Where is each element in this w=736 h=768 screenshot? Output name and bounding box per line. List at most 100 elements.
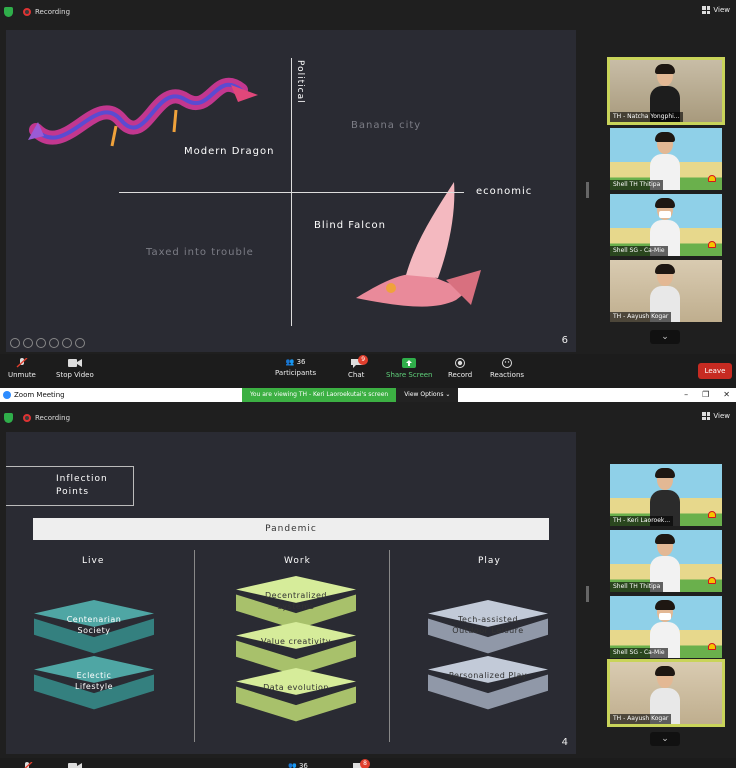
close-icon[interactable]: ✕ (723, 390, 730, 399)
quadrant-modern-dragon: Modern Dragon (184, 146, 275, 157)
participants-icon: 👥 (288, 762, 297, 768)
participant-tile[interactable]: TH - Keri Laoroek... (610, 464, 722, 526)
slide-number: 6 (561, 335, 568, 346)
participant-tile[interactable]: Shell TH Thitipa (610, 530, 722, 592)
shell-logo-icon (708, 175, 716, 182)
recording-label: Recording (35, 8, 71, 16)
unmute-label: Unmute (8, 371, 36, 379)
gallery-next-chevron-icon[interactable]: ⌄ (650, 330, 680, 344)
shared-slide: Inflection Points Pandemic Live Work Pla… (6, 432, 576, 754)
window-controls: – ❐ ✕ (684, 390, 730, 399)
share-screen-label: Share Screen (386, 371, 433, 379)
recording-label: Recording (35, 414, 71, 422)
participant-name: TH - Aayush Kogar (610, 312, 672, 322)
record-icon (455, 358, 466, 368)
meeting-toolbar: Unmute Stop Video 👥 36 Participants 9 Ch… (0, 354, 736, 388)
recording-dot-icon (23, 414, 31, 422)
security-shield-icon[interactable] (4, 413, 13, 423)
reactions-smiley-icon (502, 358, 513, 368)
view-button[interactable]: View (702, 412, 730, 420)
view-label: View (713, 6, 730, 14)
recording-indicator: Recording (4, 413, 70, 423)
participants-label: Participants (275, 369, 317, 377)
chat-unread-badge: 9 (358, 355, 369, 365)
security-shield-icon[interactable] (4, 7, 13, 17)
participant-name: TH - Aayush Kogar (610, 714, 672, 724)
window-title: Zoom Meeting (14, 391, 65, 399)
view-options-button[interactable]: View Options ⌄ (396, 388, 459, 402)
slide-controls[interactable] (10, 338, 85, 348)
chevron-down-icon: ⌄ (445, 391, 451, 398)
record-button[interactable]: Record (448, 358, 472, 379)
shell-logo-icon (708, 511, 716, 518)
pandemic-band: Pandemic (33, 518, 549, 540)
record-label: Record (448, 371, 473, 379)
muted-mic-icon (24, 762, 33, 768)
shell-logo-icon (708, 577, 716, 584)
quadrant-taxed-into-trouble: Taxed into trouble (146, 247, 254, 258)
participant-name: TH - Natcha Yongphi... (610, 112, 683, 122)
participants-count: 36 (298, 762, 308, 768)
dragon-illustration (28, 77, 258, 147)
participants-button[interactable]: 👥 36 (288, 762, 308, 768)
chat-button[interactable]: 9 Chat (348, 355, 369, 379)
participant-tile[interactable]: TH - Aayush Kogar (610, 260, 722, 322)
inflection-points-box: Inflection Points (6, 466, 134, 506)
quadrant-blind-falcon: Blind Falcon (314, 220, 386, 231)
participants-icon: 👥 (285, 358, 295, 366)
chat-unread-badge: 8 (360, 759, 370, 768)
chat-button[interactable]: 8 (352, 759, 370, 768)
falcon-illustration (356, 182, 481, 307)
political-axis-label: Political (295, 60, 305, 104)
participant-name: Shell TH Thitipa (610, 582, 664, 592)
video-camera-icon (67, 359, 82, 367)
participant-tile[interactable]: TH - Aayush Kogar (607, 659, 725, 727)
shell-logo-icon (708, 241, 716, 248)
view-button[interactable]: View (702, 6, 730, 14)
restore-icon[interactable]: ❐ (702, 390, 709, 399)
top-meeting-window: Recording View Political economic Modern… (0, 0, 736, 388)
shared-slide: Political economic Modern Dragon Banana … (6, 30, 576, 352)
meeting-toolbar: 👥 36 8 (0, 758, 736, 768)
muted-mic-icon (16, 358, 28, 368)
video-camera-icon (68, 763, 82, 768)
grid-view-icon (702, 6, 711, 14)
view-label: View (713, 412, 730, 420)
viewing-banner-text: You are viewing TH - Keri Laoroekutai's … (242, 388, 397, 402)
chat-label: Chat (348, 371, 365, 379)
leave-button[interactable]: Leave (698, 363, 732, 379)
column-title-live: Live (82, 556, 105, 566)
participant-name: Shell SG - Ca-Mie (610, 246, 668, 256)
minimize-icon[interactable]: – (684, 390, 688, 399)
recording-dot-icon (23, 8, 31, 16)
reactions-button[interactable]: Reactions (490, 358, 524, 379)
stop-video-button[interactable]: Stop Video (56, 358, 94, 379)
unmute-button[interactable] (20, 762, 34, 768)
share-screen-button[interactable]: Share Screen (386, 358, 433, 379)
gallery-next-chevron-icon[interactable]: ⌄ (650, 732, 680, 746)
unmute-button[interactable]: Unmute (8, 358, 36, 379)
recording-indicator: Recording (4, 7, 70, 17)
zoom-logo-icon (3, 391, 11, 399)
share-screen-icon (402, 358, 417, 368)
window-title-bar: Zoom Meeting You are viewing TH - Keri L… (0, 388, 736, 402)
gallery-scrollbar[interactable] (586, 586, 589, 602)
participant-tile[interactable]: TH - Natcha Yongphi... (607, 57, 725, 125)
participants-button[interactable]: 👥 36 Participants (275, 358, 316, 377)
participant-tile[interactable]: Shell SG - Ca-Mie (610, 194, 722, 256)
participant-tile[interactable]: Shell TH Thitipa (610, 128, 722, 190)
gallery-scrollbar[interactable] (586, 182, 589, 198)
slide-number: 4 (561, 737, 568, 748)
stop-video-button[interactable] (68, 762, 82, 768)
inflection-line-1: Inflection (56, 474, 108, 484)
economic-axis-label: economic (476, 186, 533, 197)
bottom-meeting-window: Zoom Meeting You are viewing TH - Keri L… (0, 388, 736, 768)
column-title-work: Work (284, 556, 311, 566)
meeting-top-bar: Recording View (0, 406, 736, 430)
participant-tile[interactable]: Shell SG - Ca-Mie (610, 596, 722, 658)
column-title-play: Play (478, 556, 501, 566)
stop-video-label: Stop Video (56, 371, 94, 379)
shell-logo-icon (708, 643, 716, 650)
grid-view-icon (702, 412, 711, 420)
quadrant-banana-city: Banana city (351, 120, 422, 131)
